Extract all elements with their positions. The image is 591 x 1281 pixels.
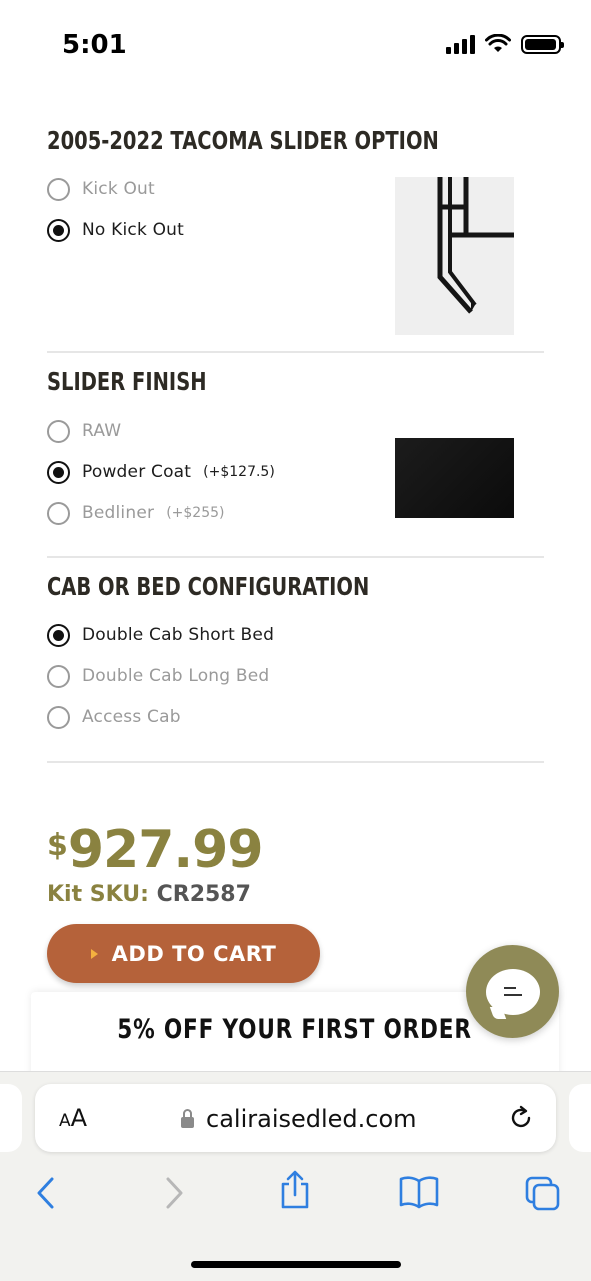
play-arrow-icon — [90, 948, 98, 959]
add-to-cart-label: ADD TO CART — [111, 941, 277, 966]
option-label: Double Cab Long Bed — [82, 666, 270, 686]
section-title-cab-bed: CAB OR BED CONFIGURATION — [47, 572, 370, 601]
option-label: Access Cab — [82, 707, 181, 727]
browser-toolbar — [0, 1170, 591, 1215]
section-title-slider-option: 2005-2022 TACOMA SLIDER OPTION — [47, 126, 439, 155]
option-bedliner[interactable]: Bedliner (+$255) — [47, 500, 224, 526]
radio-raw[interactable] — [47, 419, 70, 443]
status-icons — [446, 34, 564, 54]
lock-icon — [181, 1108, 194, 1128]
status-time: 5:01 — [62, 30, 127, 60]
divider — [47, 761, 544, 763]
promo-text: 5% OFF YOUR FIRST ORDER — [117, 1014, 473, 1045]
option-label: Bedliner — [82, 503, 155, 523]
option-access-cab[interactable]: Access Cab — [47, 704, 181, 730]
radio-kick-out[interactable] — [47, 177, 70, 201]
option-raw[interactable]: RAW — [47, 418, 121, 444]
option-double-cab-long-bed[interactable]: Double Cab Long Bed — [47, 663, 269, 689]
radio-double-cab-long-bed[interactable] — [47, 664, 70, 688]
slider-finish-section: SLIDER FINISH RAW Powder Coat (+$127.5) … — [47, 367, 544, 525]
finish-swatch-image — [395, 438, 514, 518]
chat-button[interactable] — [466, 945, 559, 1038]
reader-options-button[interactable]: AA — [59, 1104, 87, 1132]
option-label: RAW — [82, 421, 122, 441]
divider — [47, 556, 544, 558]
url-text: caliraisedled.com — [206, 1105, 417, 1133]
currency-symbol: $ — [47, 828, 68, 863]
price-value: 927.99 — [67, 820, 264, 880]
option-no-kick-out[interactable]: No Kick Out — [47, 217, 184, 243]
reload-icon[interactable] — [507, 1104, 535, 1132]
battery-icon — [521, 34, 564, 54]
back-icon[interactable] — [34, 1175, 58, 1211]
radio-access-cab[interactable] — [47, 705, 70, 729]
forward-icon[interactable] — [162, 1175, 186, 1211]
section-title-slider-finish: SLIDER FINISH — [47, 367, 207, 396]
signal-icon — [446, 34, 475, 54]
option-powder-coat[interactable]: Powder Coat (+$127.5) — [47, 459, 275, 485]
radio-powder-coat[interactable] — [47, 460, 70, 484]
option-label: Powder Coat — [82, 462, 192, 482]
option-double-cab-short-bed[interactable]: Double Cab Short Bed — [47, 622, 274, 648]
sku-label: Kit SKU: — [47, 882, 149, 907]
tabs-icon[interactable] — [524, 1175, 562, 1211]
status-bar: 5:01 — [0, 0, 591, 90]
radio-no-kick-out[interactable] — [47, 218, 70, 242]
address-bar[interactable]: AA caliraisedled.com — [35, 1084, 556, 1152]
option-label: Kick Out — [82, 179, 155, 199]
slider-option-section: 2005-2022 TACOMA SLIDER OPTION Kick Out … — [47, 126, 544, 335]
product-price: $ 927.99 — [47, 820, 264, 880]
url-display[interactable]: caliraisedled.com — [181, 1105, 417, 1133]
chat-icon — [485, 968, 540, 1015]
bookmarks-icon[interactable] — [399, 1175, 439, 1209]
option-kick-out[interactable]: Kick Out — [47, 176, 155, 202]
share-icon[interactable] — [279, 1169, 311, 1211]
radio-double-cab-short-bed[interactable] — [47, 623, 70, 647]
radio-bedliner[interactable] — [47, 501, 70, 525]
slider-product-image — [395, 177, 514, 335]
home-indicator[interactable] — [191, 1261, 401, 1268]
next-tab-preview[interactable] — [569, 1084, 591, 1152]
browser-bottom-bar: AA caliraisedled.com — [0, 1071, 591, 1281]
divider — [47, 351, 544, 353]
option-price-extra: (+$255) — [166, 505, 225, 521]
cab-bed-section: CAB OR BED CONFIGURATION Double Cab Shor… — [47, 572, 544, 729]
kit-sku: Kit SKU: CR2587 — [47, 882, 251, 907]
option-label: Double Cab Short Bed — [82, 625, 275, 645]
option-label: No Kick Out — [82, 220, 185, 240]
option-price-extra: (+$127.5) — [203, 464, 275, 480]
previous-tab-preview[interactable] — [0, 1084, 22, 1152]
add-to-cart-button[interactable]: ADD TO CART — [47, 924, 320, 983]
sku-value: CR2587 — [156, 882, 251, 907]
wifi-icon — [485, 34, 511, 52]
